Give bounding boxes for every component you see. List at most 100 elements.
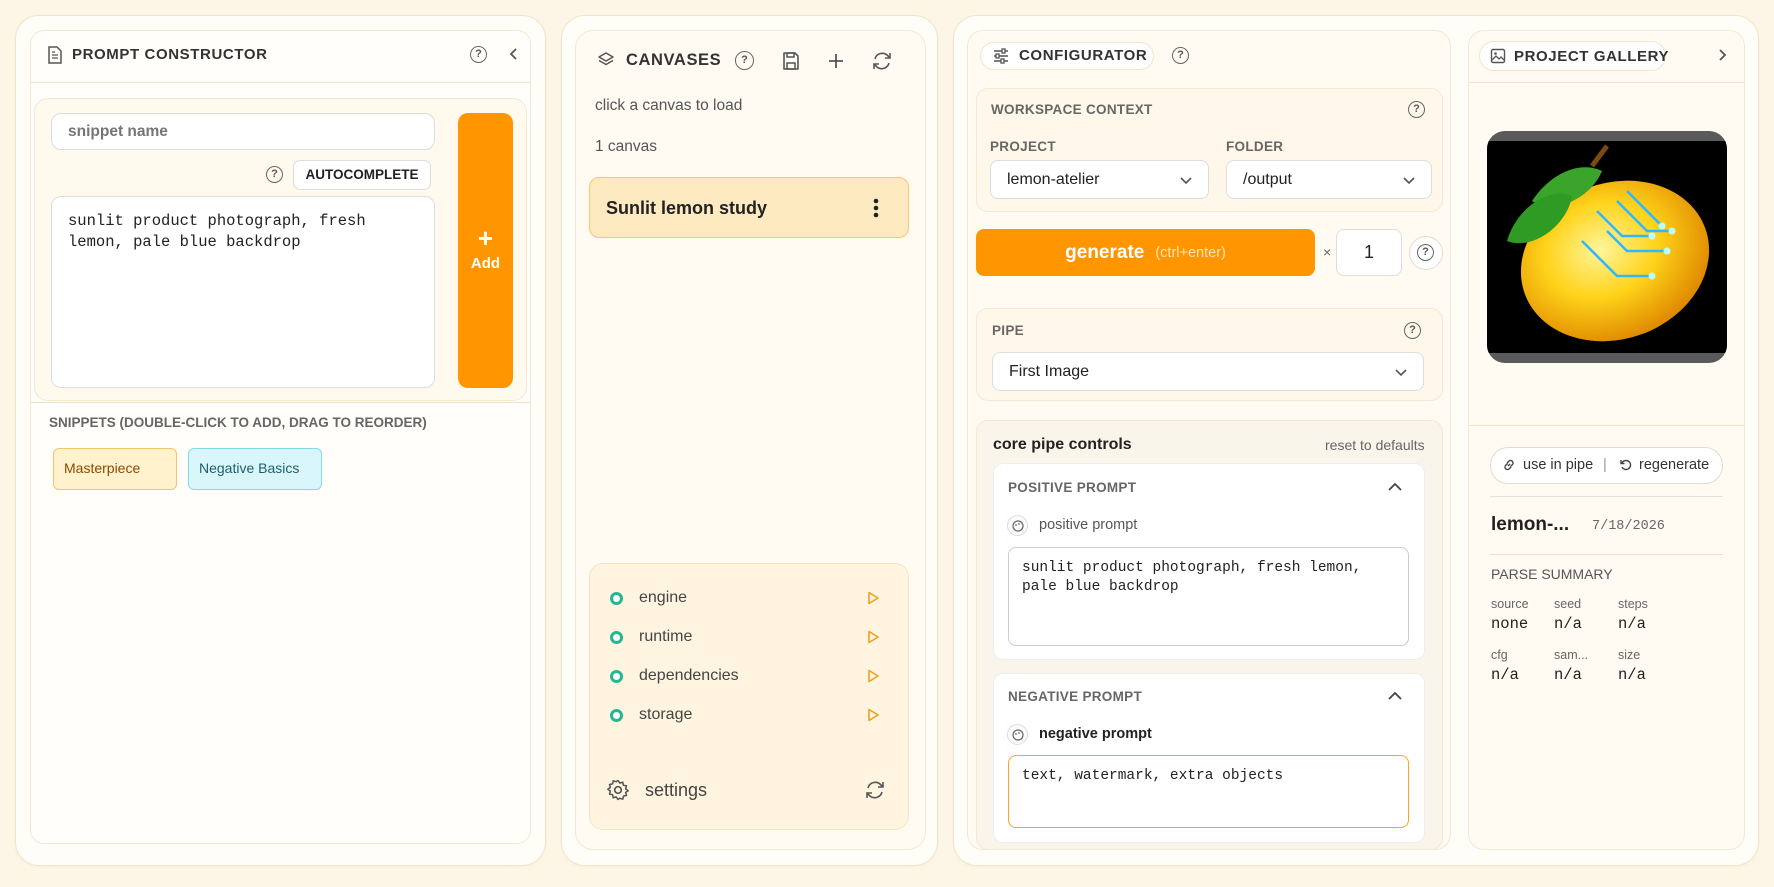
gallery-divider-3	[1490, 554, 1723, 555]
pipe-help-icon[interactable]: ?	[1404, 322, 1421, 339]
summary-label-sampler: sam...	[1554, 648, 1589, 662]
canvas-item-name: Sunlit lemon study	[606, 198, 768, 218]
pipe-label: PIPE	[992, 323, 1024, 338]
chevron-down-icon	[1403, 176, 1415, 184]
autocomplete-help-icon[interactable]: ?	[266, 166, 283, 183]
status-label: dependencies	[639, 667, 739, 684]
palette-icon[interactable]	[1007, 515, 1028, 536]
multiplier-symbol: ×	[1323, 244, 1332, 260]
chevron-down-icon	[1395, 368, 1407, 376]
prompt-constructor-title: PROMPT CONSTRUCTOR	[72, 46, 268, 63]
status-ok-icon	[610, 591, 623, 605]
status-row-engine[interactable]: engine	[610, 586, 880, 610]
prompt-textarea[interactable]: sunlit product photograph, fresh lemon, …	[51, 196, 435, 388]
configurator-title: CONFIGURATOR	[1019, 47, 1148, 64]
gallery-thumbnail[interactable]	[1487, 131, 1727, 363]
add-label: Add	[470, 255, 501, 272]
canvases-help-icon[interactable]: ?	[735, 51, 754, 70]
summary-label-source: source	[1491, 597, 1529, 611]
summary-label-steps: steps	[1618, 597, 1648, 611]
pipe-select[interactable]: First Image	[992, 352, 1424, 391]
negative-prompt-field-label: negative prompt	[1039, 726, 1152, 742]
kebab-menu-icon[interactable]	[873, 198, 879, 218]
link-icon	[1504, 459, 1514, 471]
canvases-count: 1 canvas	[595, 138, 658, 155]
gallery-header-divider	[1469, 82, 1744, 83]
play-icon[interactable]	[866, 630, 880, 644]
play-icon[interactable]	[866, 591, 880, 605]
positive-prompt-field-label: positive prompt	[1039, 517, 1138, 533]
summary-value-size: n/a	[1618, 666, 1646, 684]
gallery-title: PROJECT GALLERY	[1514, 48, 1670, 65]
chevron-up-icon[interactable]	[1388, 690, 1402, 702]
canvas-item[interactable]: Sunlit lemon study	[589, 177, 909, 238]
summary-value-seed: n/a	[1554, 615, 1582, 633]
configurator-help-icon[interactable]: ?	[1172, 47, 1189, 64]
status-ok-icon	[610, 630, 623, 644]
prompt-constructor-header-divider	[31, 82, 530, 83]
autocomplete-button[interactable]: AUTOCOMPLETE	[293, 160, 431, 190]
refresh-status-icon[interactable]	[864, 779, 886, 801]
status-ok-icon	[610, 669, 623, 683]
parse-summary-title: PARSE SUMMARY	[1491, 566, 1613, 582]
folder-label: FOLDER	[1226, 139, 1284, 154]
summary-value-cfg: n/a	[1491, 666, 1519, 684]
negative-prompt-textarea[interactable]: text, watermark, extra objects	[1008, 755, 1409, 828]
positive-prompt-heading: POSITIVE PROMPT	[1008, 480, 1137, 495]
summary-value-source: none	[1491, 615, 1529, 633]
regenerate-icon	[1620, 459, 1632, 471]
sliders-icon	[994, 48, 1008, 64]
snippets-heading: SNIPPETS (DOUBLE-CLICK TO ADD, DRAG TO R…	[49, 415, 427, 430]
project-select[interactable]: lemon-atelier	[990, 160, 1209, 199]
summary-label-seed: seed	[1554, 597, 1582, 611]
save-icon[interactable]	[781, 51, 801, 71]
batch-help-button[interactable]: ?	[1409, 236, 1443, 270]
refresh-canvases-icon[interactable]	[871, 50, 893, 72]
core-pipe-controls-title: core pipe controls	[993, 436, 1132, 453]
chevron-up-icon[interactable]	[1388, 481, 1402, 493]
workspace-context-label: WORKSPACE CONTEXT	[991, 102, 1153, 117]
collapse-chevron-left-icon[interactable]	[508, 47, 520, 61]
chevron-right-icon[interactable]	[1716, 48, 1728, 62]
status-row-storage[interactable]: storage	[610, 703, 880, 727]
snippet-chip-negative-basics[interactable]: Negative Basics	[188, 448, 322, 490]
use-in-pipe-button[interactable]: use in pipe	[1523, 457, 1593, 473]
summary-label-size: size	[1618, 648, 1641, 662]
status-label: runtime	[639, 628, 693, 645]
batch-help-icon: ?	[1417, 244, 1434, 261]
document-icon	[48, 46, 62, 64]
workspace-help-icon[interactable]: ?	[1408, 101, 1425, 118]
summary-value-steps: n/a	[1618, 615, 1646, 633]
batch-count-input[interactable]: 1	[1336, 229, 1402, 276]
status-label: storage	[639, 706, 693, 723]
play-icon[interactable]	[866, 708, 880, 722]
gear-icon[interactable]	[606, 778, 630, 802]
status-row-dependencies[interactable]: dependencies	[610, 664, 880, 688]
snippet-name-input[interactable]	[51, 113, 435, 150]
status-row-runtime[interactable]: runtime	[610, 625, 880, 649]
settings-label[interactable]: settings	[645, 780, 707, 801]
generate-shortcut: (ctrl+enter)	[1155, 244, 1226, 261]
folder-select[interactable]: /output	[1226, 160, 1432, 199]
add-snippet-button[interactable]: + Add	[458, 113, 513, 388]
snippet-chip-masterpiece[interactable]: Masterpiece	[53, 448, 177, 490]
canvases-hint: click a canvas to load	[595, 97, 743, 114]
image-name: lemon-...	[1491, 514, 1570, 535]
help-icon[interactable]: ?	[470, 46, 487, 63]
project-value: lemon-atelier	[1007, 170, 1100, 188]
project-label: PROJECT	[990, 139, 1056, 154]
reset-to-defaults-link[interactable]: reset to defaults	[1325, 437, 1425, 453]
positive-prompt-textarea[interactable]: sunlit product photograph, fresh lemon, …	[1008, 547, 1409, 646]
chevron-down-icon	[1180, 176, 1192, 184]
play-icon[interactable]	[866, 669, 880, 683]
palette-icon[interactable]	[1007, 724, 1028, 745]
negative-prompt-heading: NEGATIVE PROMPT	[1008, 689, 1143, 704]
generate-button[interactable]: generate (ctrl+enter)	[976, 229, 1315, 276]
regenerate-button[interactable]: regenerate	[1639, 457, 1709, 473]
actions-separator: |	[1603, 457, 1607, 473]
status-ok-icon	[610, 708, 623, 722]
image-icon	[1490, 48, 1506, 64]
add-canvas-icon[interactable]	[827, 52, 845, 70]
gallery-divider	[1469, 425, 1744, 426]
status-label: engine	[639, 589, 688, 606]
